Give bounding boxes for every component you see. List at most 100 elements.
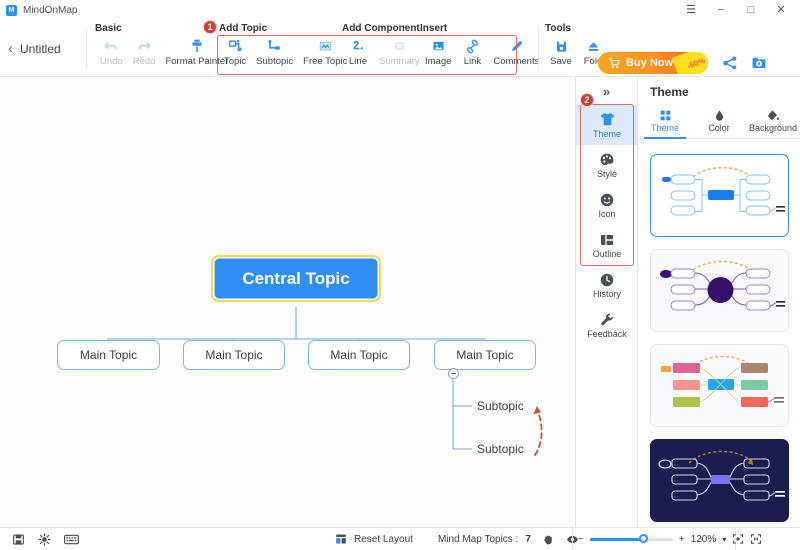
discount-label: -60% (685, 55, 707, 71)
subtopic-label-1: Subtopic (477, 399, 524, 413)
undo-arrow-icon (103, 37, 119, 55)
cloud-upload-folder-icon[interactable] (751, 55, 767, 71)
redo-label: Redo (132, 56, 156, 67)
title-bar: M MindOnMap ☰ − □ ✕ (0, 0, 800, 20)
fullscreen-icon[interactable] (750, 533, 762, 545)
minimize-icon[interactable]: − (706, 0, 736, 20)
topic-button[interactable]: Topic (219, 37, 251, 67)
menu-icon[interactable]: ☰ (676, 0, 706, 20)
main-topic-node-1[interactable]: Main Topic (57, 340, 160, 370)
line-button[interactable]: Line (342, 37, 374, 67)
theme-thumb-blue-classic[interactable] (650, 154, 789, 237)
palette-style-icon (599, 151, 615, 168)
rail-item-outline[interactable]: Outline (576, 225, 638, 265)
group-label-basic: Basic (95, 23, 122, 34)
image-icon (431, 37, 446, 55)
zoom-in-button[interactable]: + (679, 534, 685, 545)
ribbon-group-insert: Insert Image Link Comments (420, 20, 539, 77)
share-icon[interactable] (722, 55, 738, 71)
theme-thumb-dark-navy[interactable] (650, 439, 789, 522)
redo-button[interactable]: Redo (128, 37, 161, 67)
shopping-cart-icon (608, 57, 620, 68)
main-topic-node-2[interactable]: Main Topic (183, 340, 285, 370)
free-topic-icon (318, 37, 333, 55)
mindmap-connectors (107, 307, 543, 456)
comments-label: Comments (493, 56, 540, 67)
zoom-slider-handle[interactable] (638, 534, 648, 543)
app-logo-icon: M (6, 4, 17, 16)
reset-layout-label[interactable]: Reset Layout (354, 534, 413, 545)
main-topic-node-3[interactable]: Main Topic (308, 340, 410, 370)
zoom-out-button[interactable]: − (578, 534, 584, 545)
collapse-toggle-button[interactable] (448, 368, 459, 379)
zoom-dropdown-caret-icon[interactable]: ▾ (722, 535, 726, 544)
tab-theme[interactable]: Theme (638, 103, 692, 139)
theme-thumb-purple-radial[interactable] (650, 249, 789, 332)
undo-button[interactable]: Undo (95, 37, 128, 67)
maximize-icon[interactable]: □ (736, 0, 766, 20)
save-state-icon[interactable] (12, 533, 25, 546)
central-topic-node[interactable]: Central Topic (211, 255, 381, 302)
wrench-feedback-icon (599, 311, 615, 328)
annotation-badge-1: 1 (203, 20, 217, 34)
undo-label: Undo (100, 56, 123, 67)
save-button[interactable]: Save (545, 37, 577, 67)
link-button[interactable]: Link (456, 37, 488, 67)
topics-count-value: 7 (525, 533, 531, 545)
paint-bucket-icon (767, 109, 780, 122)
ribbon-group-add-topic: Add Topic Topic Subtopic Free Topic (219, 20, 347, 77)
grid-squares-icon (659, 109, 672, 122)
rail-item-icon[interactable]: Icon (576, 185, 638, 225)
rail-label-feedback: Feedback (587, 329, 627, 339)
keyboard-shortcuts-icon[interactable] (64, 533, 79, 546)
free-topic-label: Free Topic (303, 56, 348, 67)
rail-label-style: Style (596, 169, 617, 179)
theme-thumbnail-list[interactable] (638, 154, 800, 527)
reset-layout-icon[interactable] (335, 533, 347, 545)
color-drop-icon (713, 109, 726, 122)
group-label-insert: Insert (420, 23, 448, 34)
rail-item-style[interactable]: Style (576, 145, 638, 185)
tool-rail: » Theme Style Icon Outline History Feedb… (575, 77, 638, 527)
link-label: Link (463, 56, 482, 67)
summary-label: Summary (379, 56, 420, 67)
theme-thumb-colorful-blocks[interactable] (650, 344, 789, 427)
tab-color[interactable]: Color (692, 103, 746, 138)
buy-now-button[interactable]: Buy Now -60% (598, 52, 708, 74)
zoom-slider[interactable] (589, 534, 673, 543)
subtopic-button[interactable]: Subtopic (251, 37, 298, 67)
rail-item-feedback[interactable]: Feedback (576, 305, 638, 345)
summary-button[interactable]: Summary (374, 37, 425, 67)
rail-item-history[interactable]: History (576, 265, 638, 305)
comments-button[interactable]: Comments (488, 37, 544, 67)
subtopic-node-2[interactable]: Subtopic (477, 442, 524, 456)
tab-color-label: Color (708, 122, 730, 133)
rail-item-theme[interactable]: Theme (576, 105, 638, 145)
image-button[interactable]: Image (420, 37, 456, 67)
ribbon-divider (86, 28, 87, 69)
subtopic-label-2: Subtopic (477, 442, 524, 456)
status-center: Reset Layout Mind Map Topics : 7 (335, 533, 579, 546)
back-chevron-icon[interactable]: ‹ (8, 41, 13, 56)
document-name[interactable]: Untitled (20, 42, 61, 56)
save-label: Save (550, 56, 572, 67)
tab-background[interactable]: Background (746, 103, 800, 138)
mindmap-canvas[interactable]: Central Topic Main Topic Main Topic Main… (0, 77, 575, 527)
brightness-icon[interactable] (38, 532, 51, 546)
main-topic-label-3: Main Topic (330, 348, 388, 362)
outline-layout-icon (599, 231, 615, 248)
subtopic-node-1[interactable]: Subtopic (477, 399, 524, 413)
zoom-level-label: 120% (690, 533, 717, 545)
theme-panel: Theme Theme Color Background (637, 77, 800, 527)
tab-theme-label: Theme (650, 122, 679, 133)
buy-now-label: Buy Now (626, 57, 674, 69)
hand-pan-icon[interactable] (542, 533, 555, 546)
main-topic-node-4[interactable]: Main Topic (434, 340, 536, 370)
ribbon-divider-tools (538, 28, 539, 69)
subtopic-icon (267, 37, 282, 55)
fit-center-icon[interactable] (732, 533, 744, 545)
status-bar: Reset Layout Mind Map Topics : 7 − + 120… (0, 527, 800, 550)
close-icon[interactable]: ✕ (766, 0, 796, 20)
window-controls: ☰ − □ ✕ (676, 0, 796, 20)
link-icon (465, 37, 480, 55)
